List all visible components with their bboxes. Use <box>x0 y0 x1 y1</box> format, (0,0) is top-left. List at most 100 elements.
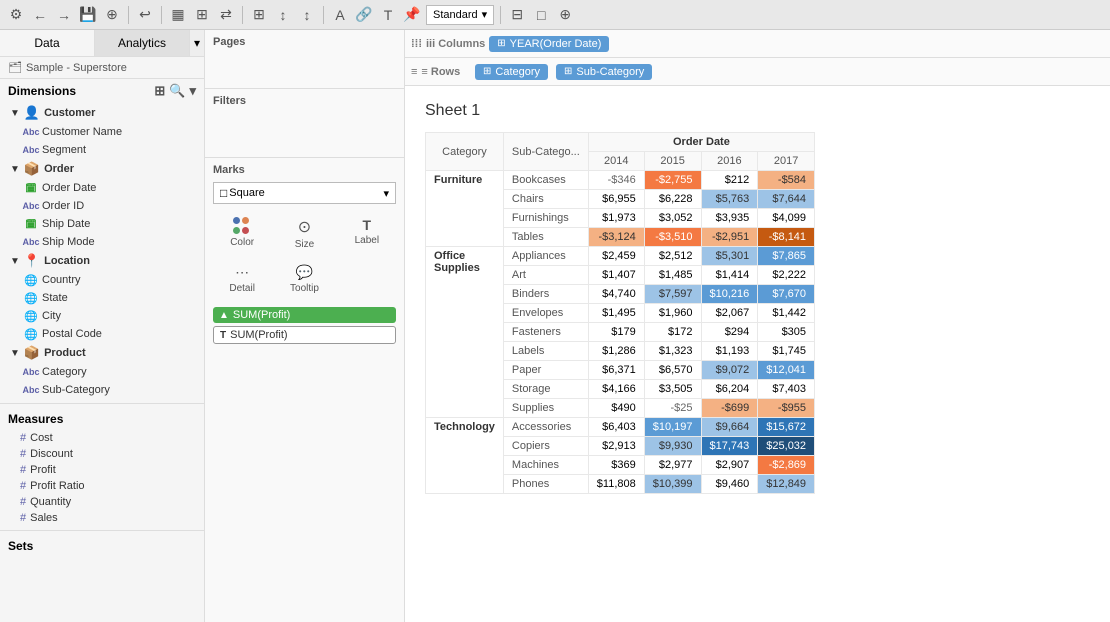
detail-control[interactable]: ⋯ Detail <box>213 259 271 299</box>
marks-type-dropdown[interactable]: □ Square ▾ <box>213 182 396 204</box>
mark-pill-sum-profit-text[interactable]: T SUM(Profit) <box>213 326 396 344</box>
share-icon[interactable]: ⊕ <box>555 5 575 25</box>
field-quantity[interactable]: # Quantity <box>0 494 204 510</box>
field-postal-code[interactable]: 🌐 Postal Code <box>4 325 204 343</box>
field-ship-date[interactable]: 🗓 Ship Date <box>4 215 204 233</box>
forward-icon[interactable]: → <box>54 5 74 25</box>
subcategory-copiers: Copiers <box>503 437 588 456</box>
settings-icon[interactable]: ⚙ <box>6 5 26 25</box>
table-row: Technology Accessories $6,403 $10,197 $9… <box>426 418 815 437</box>
table-row: OfficeSupplies Appliances $2,459 $2,512 … <box>426 247 815 266</box>
col-header-2015: 2015 <box>644 152 701 171</box>
highlight-icon[interactable]: A <box>330 5 350 25</box>
panel-tabs: Data Analytics ▾ <box>0 30 204 57</box>
pin-icon[interactable]: 📌 <box>402 5 422 25</box>
sort-asc-icon[interactable]: ↕ <box>273 5 293 25</box>
canvas-panel: ⁞⁞⁞ iii Columns ⊞ YEAR(Order Date) ≡ ≡ R… <box>405 30 1110 622</box>
fit-icon[interactable]: ⊟ <box>507 5 527 25</box>
device-icon[interactable]: □ <box>531 5 551 25</box>
separator-5 <box>500 6 501 24</box>
center-panel: Pages Filters Marks □ Square ▾ <box>205 30 405 622</box>
field-state[interactable]: 🌐 State <box>4 289 204 307</box>
subcategory-envelopes: Envelopes <box>503 304 588 323</box>
col-header-category: Category <box>426 133 504 171</box>
subcategory-furnishings: Furnishings <box>503 209 588 228</box>
back-icon[interactable]: ← <box>30 5 50 25</box>
filters-shelf: Filters <box>205 89 404 158</box>
subcategory-appliances: Appliances <box>503 247 588 266</box>
group-icon[interactable]: ⊞ <box>249 5 269 25</box>
table-icon[interactable]: ⊞ <box>192 5 212 25</box>
tab-analytics[interactable]: Analytics <box>95 30 190 56</box>
category-office-supplies: OfficeSupplies <box>426 247 504 418</box>
field-order-date[interactable]: 🗓 Order Date <box>4 179 204 197</box>
field-sales[interactable]: # Sales <box>0 510 204 526</box>
field-country[interactable]: 🌐 Country <box>4 271 204 289</box>
sheet-area: Sheet 1 Category Sub-Catego... Order Dat… <box>405 86 1110 622</box>
sheet-title: Sheet 1 <box>425 102 1090 120</box>
subcategory-paper: Paper <box>503 361 588 380</box>
field-segment[interactable]: Abc Segment <box>4 141 204 159</box>
row-pill-category[interactable]: ⊞ Category <box>475 64 548 80</box>
product-group[interactable]: ▼ 📦 Product <box>4 343 204 363</box>
size-control[interactable]: ⊙ Size <box>275 212 333 255</box>
label-control[interactable]: T Label <box>338 212 396 255</box>
order-group[interactable]: ▼ 📦 Order <box>4 159 204 179</box>
panel-tab-arrow[interactable]: ▾ <box>190 30 204 56</box>
sort-desc-icon[interactable]: ↕ <box>297 5 317 25</box>
separator-3 <box>242 6 243 24</box>
pages-shelf: Pages <box>205 30 404 89</box>
separator-2 <box>161 6 162 24</box>
column-pill-year-order-date[interactable]: ⊞ YEAR(Order Date) <box>489 36 609 52</box>
toolbar: ⚙ ← → 💾 ⊕ ↩ ▦ ⊞ ⇄ ⊞ ↕ ↕ A 🔗 T 📌 Standard… <box>0 0 1110 30</box>
rows-shelf: ≡ ≡ Rows ⊞ Category ⊞ Sub-Category <box>405 58 1110 86</box>
separator-4 <box>323 6 324 24</box>
text-icon[interactable]: T <box>378 5 398 25</box>
field-sub-category[interactable]: Abc Sub-Category <box>4 381 204 399</box>
swap-icon[interactable]: ⇄ <box>216 5 236 25</box>
columns-shelf: ⁞⁞⁞ iii Columns ⊞ YEAR(Order Date) <box>405 30 1110 58</box>
table-row: Furniture Bookcases -$346 -$2,755 $212 -… <box>426 171 815 190</box>
field-discount[interactable]: # Discount <box>0 446 204 462</box>
field-customer-name[interactable]: Abc Customer Name <box>4 123 204 141</box>
add-icon[interactable]: ⊕ <box>102 5 122 25</box>
data-table: Category Sub-Catego... Order Date 2014 2… <box>425 132 815 494</box>
field-city[interactable]: 🌐 City <box>4 307 204 325</box>
subcategory-art: Art <box>503 266 588 285</box>
category-furniture: Furniture <box>426 171 504 247</box>
field-profit[interactable]: # Profit <box>0 462 204 478</box>
subcategory-machines: Machines <box>503 456 588 475</box>
marks-section: Marks □ Square ▾ Color <box>205 158 404 622</box>
measures-header: Measures <box>0 408 204 430</box>
data-source[interactable]: 🗂 Sample - Superstore <box>0 57 204 79</box>
col-header-order-date: Order Date <box>588 133 814 152</box>
filter-arrow-icon[interactable]: ▾ <box>189 83 196 99</box>
bar-chart-icon[interactable]: ▦ <box>168 5 188 25</box>
tab-data[interactable]: Data <box>0 30 95 56</box>
save-icon[interactable]: 💾 <box>78 5 98 25</box>
location-group[interactable]: ▼ 📍 Location <box>4 251 204 271</box>
field-category[interactable]: Abc Category <box>4 363 204 381</box>
left-panel: Data Analytics ▾ 🗂 Sample - Superstore D… <box>0 30 205 622</box>
col-header-2016: 2016 <box>701 152 758 171</box>
subcategory-binders: Binders <box>503 285 588 304</box>
link-icon[interactable]: 🔗 <box>354 5 374 25</box>
row-pill-sub-category[interactable]: ⊞ Sub-Category <box>556 64 652 80</box>
standard-dropdown[interactable]: Standard ▾ <box>426 5 494 25</box>
subcategory-chairs: Chairs <box>503 190 588 209</box>
sets-header: Sets <box>0 535 204 557</box>
undo-icon[interactable]: ↩ <box>135 5 155 25</box>
field-profit-ratio[interactable]: # Profit Ratio <box>0 478 204 494</box>
tooltip-control[interactable]: 💬 Tooltip <box>275 259 333 299</box>
customer-group[interactable]: ▼ 👤 Customer <box>4 103 204 123</box>
dimensions-header: Dimensions ⊞ 🔍 ▾ <box>0 79 204 103</box>
field-cost[interactable]: # Cost <box>0 430 204 446</box>
field-order-id[interactable]: Abc Order ID <box>4 197 204 215</box>
grid-icon[interactable]: ⊞ <box>154 83 165 99</box>
field-ship-mode[interactable]: Abc Ship Mode <box>4 233 204 251</box>
color-control[interactable]: Color <box>213 212 271 255</box>
subcategory-phones: Phones <box>503 475 588 494</box>
mark-pill-sum-profit-triangle[interactable]: ▲ SUM(Profit) <box>213 307 396 323</box>
subcategory-storage: Storage <box>503 380 588 399</box>
search-icon[interactable]: 🔍 <box>169 83 185 99</box>
